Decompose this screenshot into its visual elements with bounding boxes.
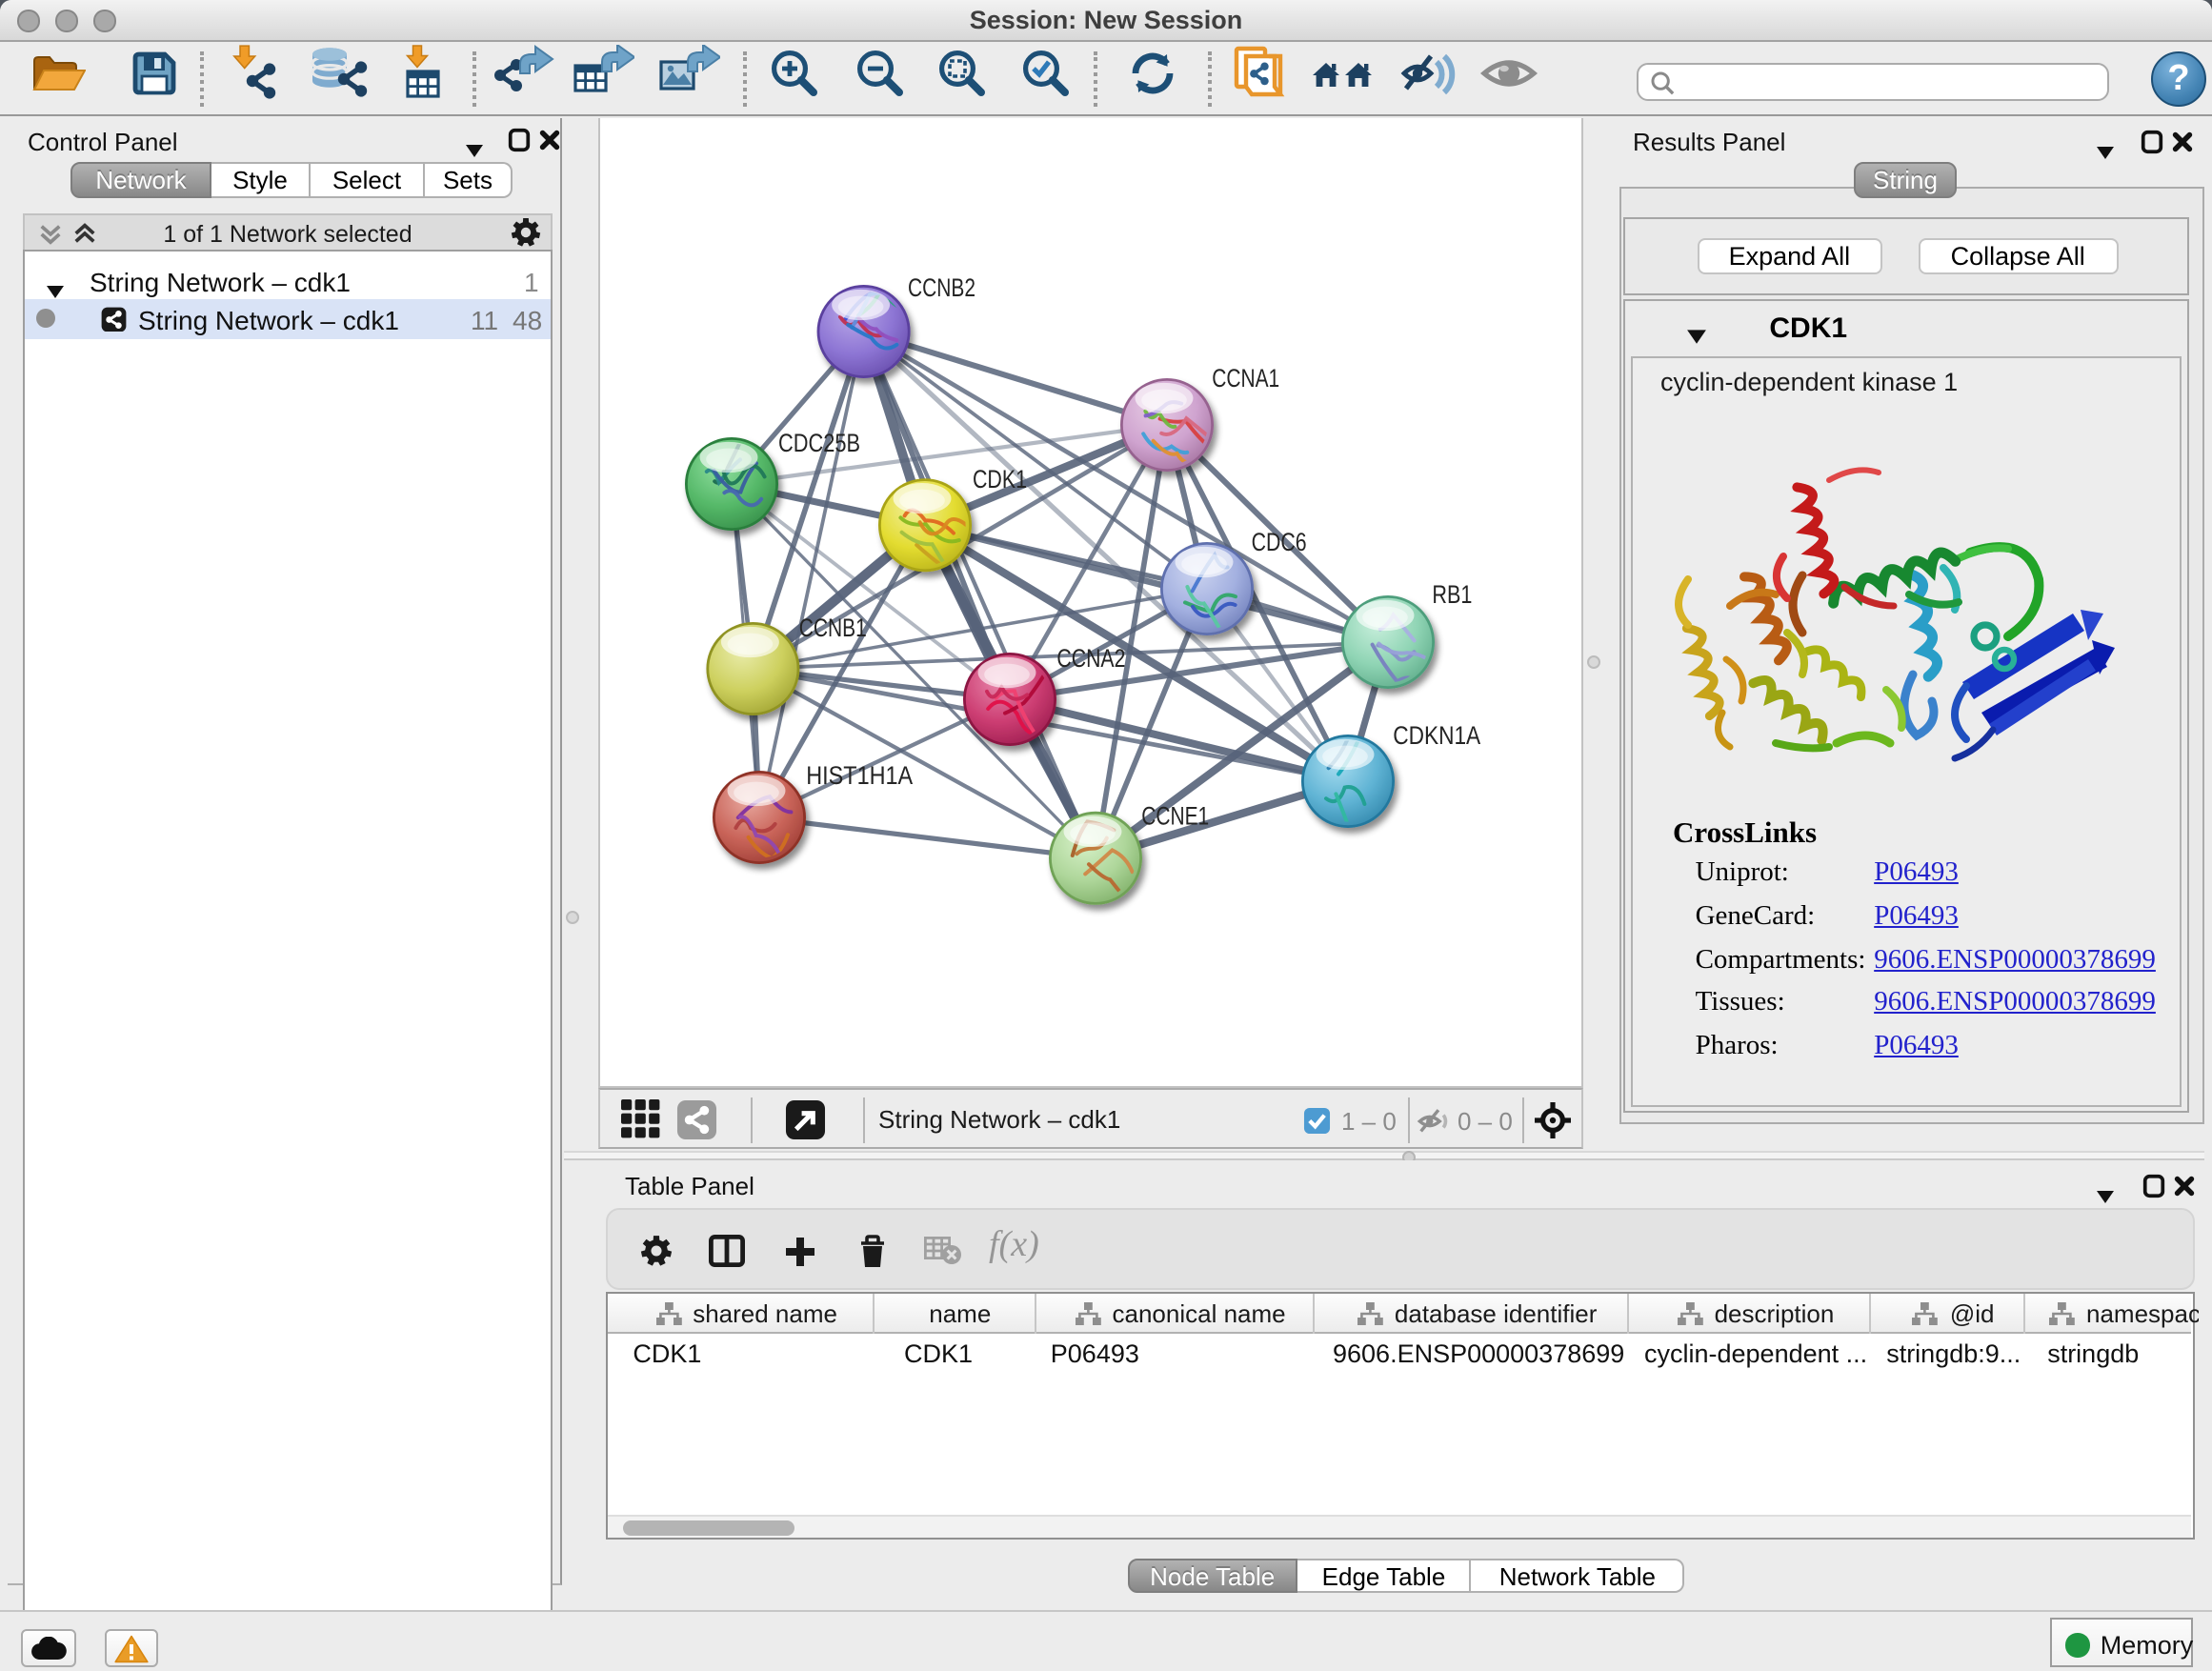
svg-text:CDK1: CDK1 [973,465,1027,493]
svg-text:CCNE1: CCNE1 [1141,801,1209,830]
svg-text:RB1: RB1 [1432,580,1472,609]
svg-text:CDC6: CDC6 [1252,528,1307,556]
svg-text:CDC25B: CDC25B [778,429,860,457]
svg-text:CCNB1: CCNB1 [799,614,867,642]
svg-text:CCNA2: CCNA2 [1056,644,1125,673]
svg-text:HIST1H1A: HIST1H1A [806,761,913,790]
svg-text:CDKN1A: CDKN1A [1393,721,1480,750]
svg-text:CCNB2: CCNB2 [908,273,975,302]
svg-text:CCNA1: CCNA1 [1212,364,1279,393]
